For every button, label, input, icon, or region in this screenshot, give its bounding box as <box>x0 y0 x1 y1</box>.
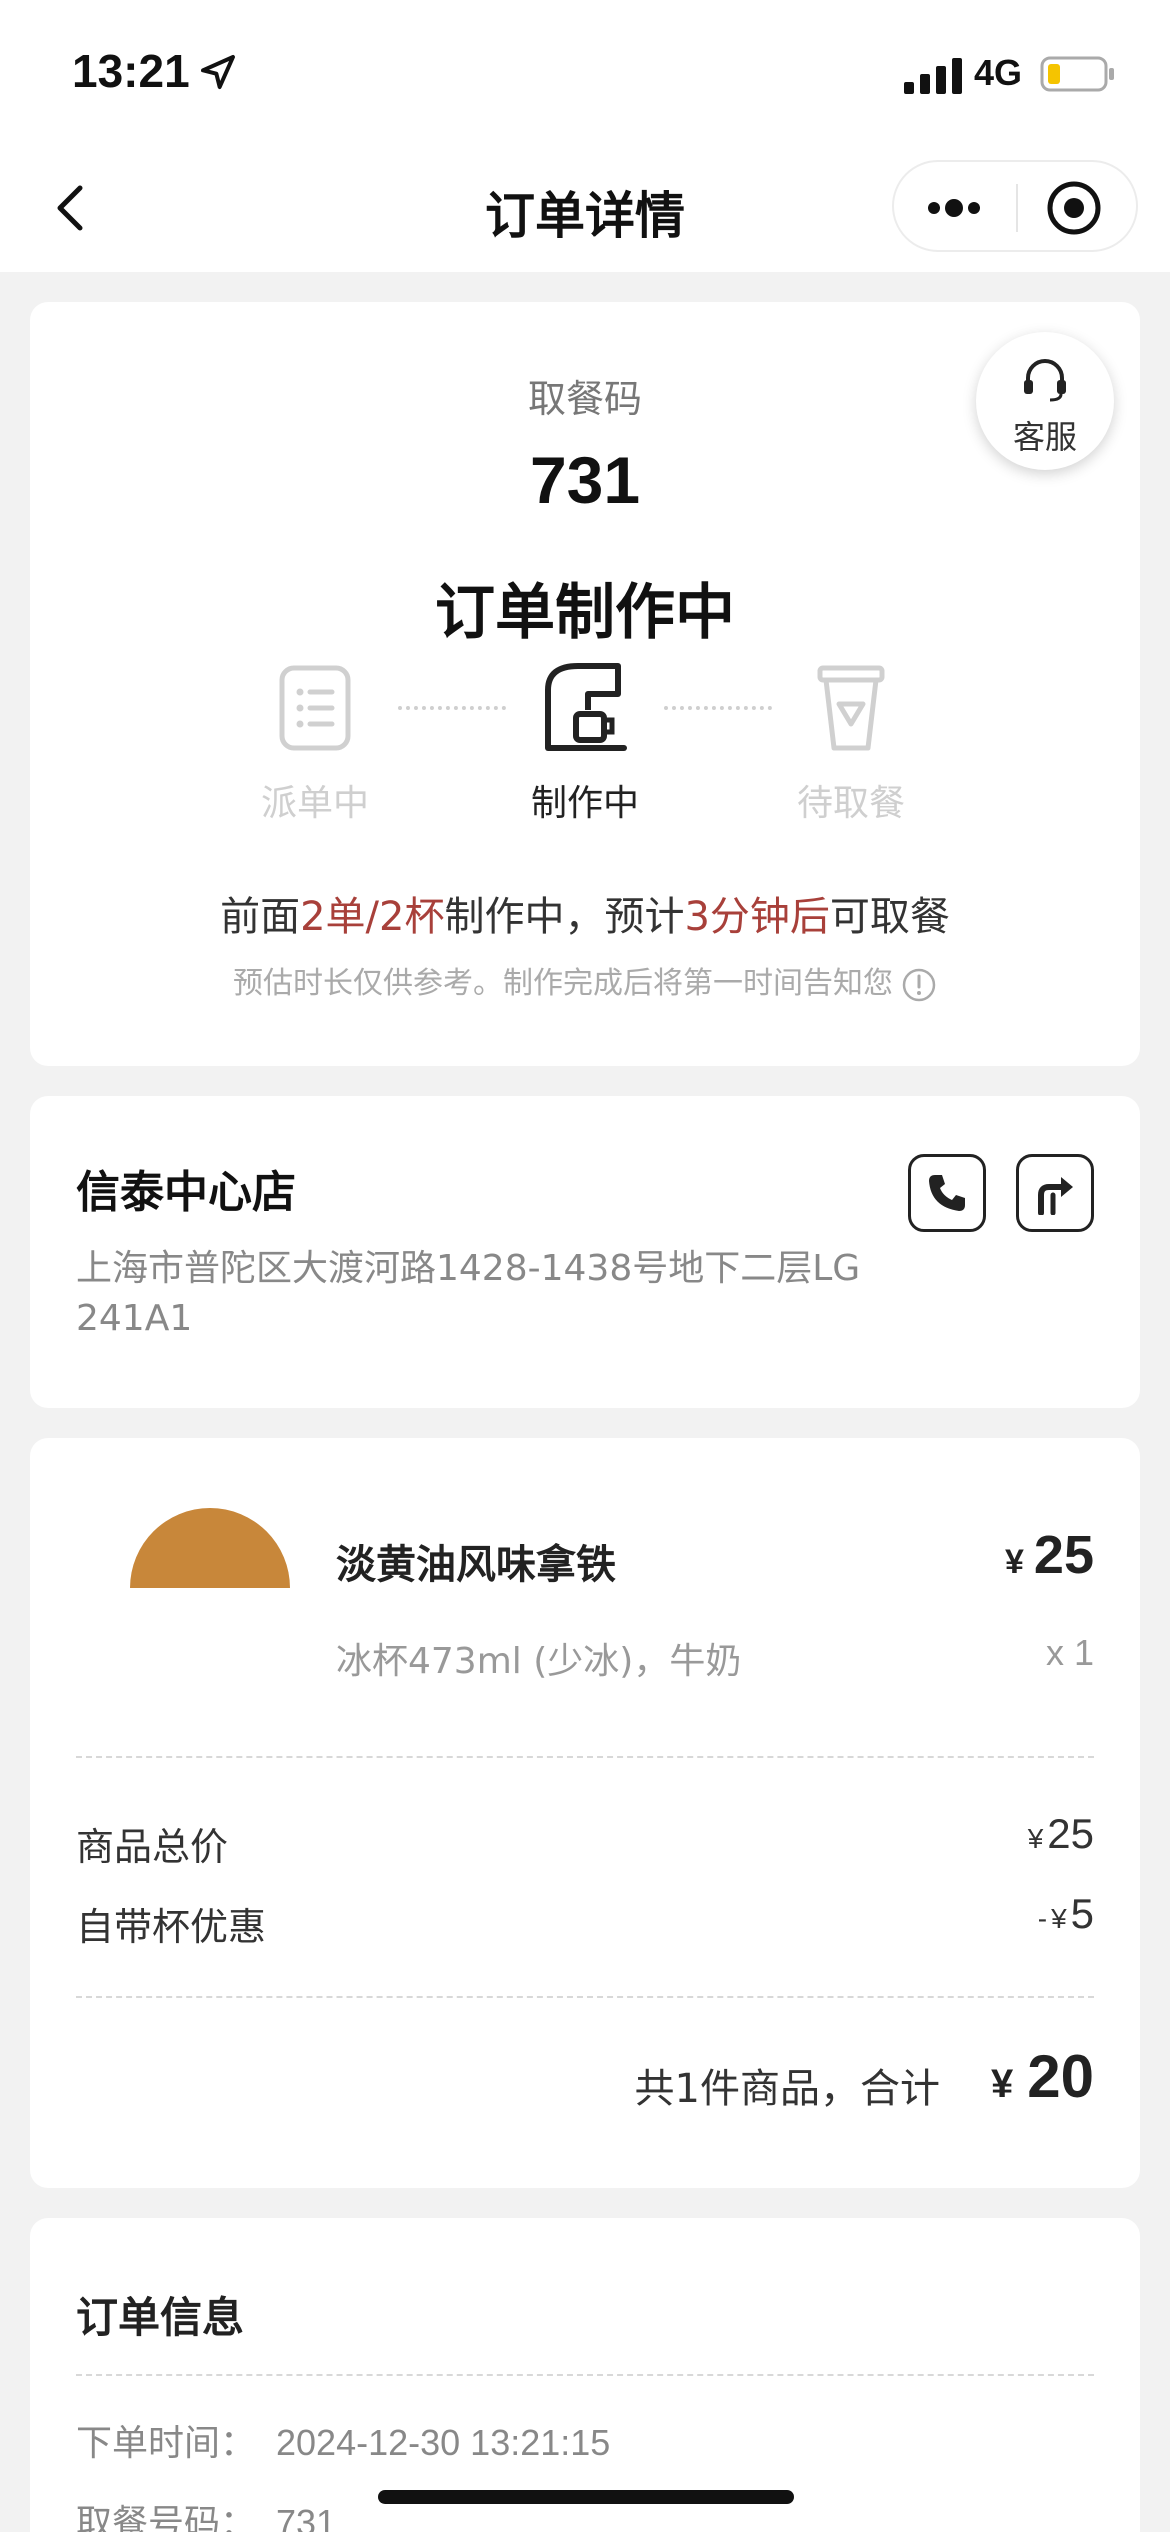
subtotal-value: ¥25 <box>1027 1810 1094 1857</box>
close-miniprogram-icon[interactable] <box>1044 178 1104 238</box>
order-time-row: 下单时间： 2024-12-30 13:21:15 <box>76 2422 611 2464</box>
order-info-card: 订单信息 下单时间： 2024-12-30 13:21:15 取餐号码： 731 <box>30 2218 1140 2532</box>
location-arrow-icon <box>201 55 235 89</box>
navigate-button[interactable] <box>1016 1154 1094 1232</box>
order-info-title: 订单信息 <box>76 2293 245 2342</box>
cup-discount-value: - ¥5 <box>1037 1890 1094 1937</box>
step-label-making: 制作中 <box>530 783 639 824</box>
order-time-value: 2024-12-30 13:21:15 <box>276 2422 611 2463</box>
signal-icon <box>904 58 962 94</box>
pickup-code-label: 取餐码 <box>527 377 642 421</box>
store-address: 上海市普陀区大渡河路1428-1438号地下二层LG 241A1 <box>76 1248 861 1339</box>
network-label: 4G <box>974 52 1023 93</box>
order-list-icon <box>279 665 351 751</box>
total-amount: ¥20 <box>991 2043 1094 2110</box>
call-store-button[interactable] <box>908 1154 986 1232</box>
queue-status-text: 前面2单/2杯制作中，预计3分钟后可取餐 <box>220 894 950 940</box>
eta-highlight: 3分钟后 <box>684 894 830 940</box>
product-name: 淡黄油风味拿铁 <box>336 1542 616 1588</box>
product-price: ¥25 <box>1005 1525 1094 1585</box>
info-icon[interactable] <box>901 967 937 1003</box>
order-status-title: 订单制作中 <box>435 578 735 648</box>
cup-icon <box>817 665 885 751</box>
pickup-code: 731 <box>529 443 641 517</box>
subtotal-label: 商品总价 <box>76 1825 229 1869</box>
battery-icon <box>1040 56 1114 92</box>
capsule-divider <box>1016 184 1018 232</box>
product-spec: 冰杯473ml (少冰)，牛奶 <box>336 1641 742 1682</box>
home-indicator[interactable] <box>378 2490 794 2504</box>
product-image <box>130 1508 290 1588</box>
status-time: 13:21 <box>72 45 190 97</box>
pickup-number-value: 731 <box>276 2502 337 2532</box>
pickup-number-row: 取餐号码： 731 <box>76 2494 336 2532</box>
product-quantity: x 1 <box>1045 1632 1094 1673</box>
divider <box>76 1756 1094 1758</box>
divider <box>76 2374 1094 2376</box>
more-icon[interactable] <box>914 178 994 238</box>
queue-count: 2单/2杯 <box>300 894 445 940</box>
mini-program-capsule <box>892 160 1138 252</box>
cup-discount-label: 自带杯优惠 <box>76 1905 267 1949</box>
store-card: 信泰中心店 上海市普陀区大渡河路1428-1438号地下二层LG 241A1 <box>30 1096 1140 1408</box>
step-label-dispatch: 派单中 <box>260 783 369 824</box>
product-card: 淡黄油风味拿铁 ¥25 冰杯473ml (少冰)，牛奶 x 1 商品总价 ¥25… <box>30 1438 1140 2188</box>
step-connector <box>398 706 506 710</box>
total-summary-text: 共1件商品，合计 <box>634 2066 940 2112</box>
coffee-machine-icon <box>545 663 627 751</box>
store-name: 信泰中心店 <box>76 1167 296 1218</box>
estimate-note: 预估时长仅供参考。制作完成后将第一时间告知您 <box>30 958 1140 1003</box>
directions-icon <box>1038 1177 1073 1215</box>
phone-icon <box>929 1175 965 1211</box>
nav-bar: 订单详情 <box>0 140 1170 272</box>
status-bar: 13:21 4G <box>0 0 1170 140</box>
order-status-card: 客服 取餐码 731 订单制作中 派单中 制作中 待取餐 前面2单/2杯制作中，… <box>30 302 1140 1066</box>
step-connector <box>664 706 772 710</box>
divider <box>76 1996 1094 1998</box>
step-label-pickup: 待取餐 <box>796 783 905 824</box>
